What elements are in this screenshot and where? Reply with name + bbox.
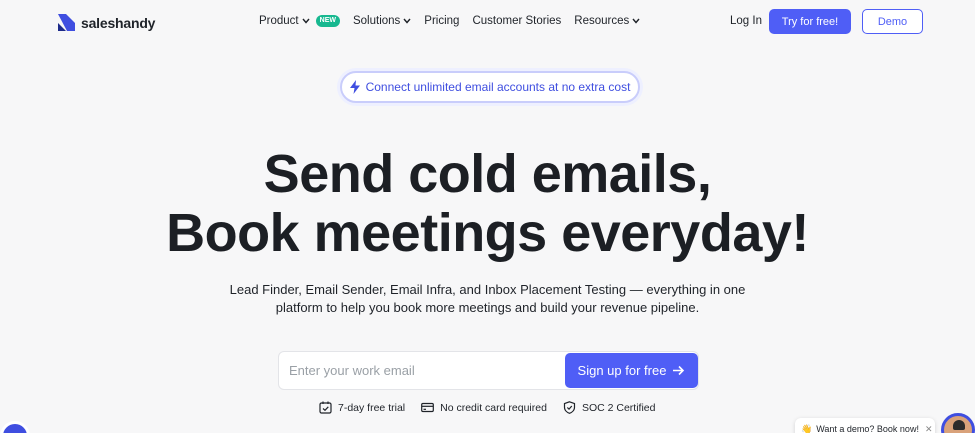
menu-item-label: Customer Stories: [472, 15, 562, 27]
hero-title-line-1: Send cold emails,: [263, 144, 712, 204]
brand-name: saleshandy: [81, 14, 156, 31]
menu-item-solutions[interactable]: Solutions: [353, 15, 411, 27]
saleshandy-logo-icon: [58, 14, 75, 31]
demo-bubble-text: Want a demo? Book now!: [816, 424, 919, 433]
menu-item-label: Product: [259, 15, 299, 27]
feature-label: 7-day free trial: [338, 401, 406, 414]
wave-icon: 👋: [801, 423, 813, 433]
main-menu: Product NEW Solutions Pricing Customer S…: [259, 15, 653, 27]
menu-item-label: Resources: [574, 15, 630, 27]
sign-up-button[interactable]: Sign up for free: [565, 353, 698, 388]
feature-soc2: SOC 2 Certified: [563, 401, 656, 414]
chevron-down-icon: [632, 18, 640, 24]
chevron-down-icon: [302, 18, 310, 24]
hero-subtitle-line-2: platform to help you book more meetings …: [275, 300, 700, 315]
logo[interactable]: saleshandy: [58, 14, 155, 31]
hero-title-line-2: Book meetings everyday!: [166, 203, 809, 263]
menu-item-label: Pricing: [424, 15, 460, 27]
chat-launcher-button[interactable]: [0, 421, 30, 433]
hero-subtitle-line-1: Lead Finder, Email Sender, Email Infra, …: [229, 282, 746, 297]
feature-free-trial: 7-day free trial: [319, 401, 405, 414]
menu-item-customer-stories[interactable]: Customer Stories: [472, 15, 561, 27]
menu-item-label: Solutions: [352, 15, 401, 27]
login-link[interactable]: Log In: [730, 15, 762, 27]
close-icon[interactable]: ✕: [925, 424, 933, 433]
new-badge: NEW: [315, 15, 340, 27]
demo-button[interactable]: Demo: [862, 9, 923, 34]
work-email-input[interactable]: [279, 352, 565, 389]
announcement-text: Connect unlimited email accounts at no e…: [365, 80, 631, 94]
arrow-right-icon: [673, 365, 685, 376]
feature-label: No credit card required: [440, 401, 547, 414]
menu-item-resources[interactable]: Resources: [574, 15, 640, 27]
announcement-pill[interactable]: Connect unlimited email accounts at no e…: [340, 71, 640, 103]
signup-form: Sign up for free: [278, 351, 699, 390]
bolt-icon: [349, 80, 360, 94]
agent-avatar[interactable]: [941, 413, 975, 433]
feature-no-credit-card: No credit card required: [421, 401, 547, 414]
chevron-down-icon: [403, 18, 411, 24]
demo-chat-bubble[interactable]: 👋 Want a demo? Book now! ✕: [795, 418, 935, 433]
sign-up-label: Sign up for free: [577, 363, 667, 378]
try-for-free-button[interactable]: Try for free!: [769, 9, 851, 34]
menu-item-pricing[interactable]: Pricing: [424, 15, 459, 27]
calendar-check-icon: [319, 401, 332, 414]
shield-check-icon: [563, 401, 576, 414]
top-navigation: saleshandy Product NEW Solutions Pricing…: [0, 0, 975, 46]
credit-card-icon: [421, 402, 435, 413]
feature-list: 7-day free trial No credit card required…: [319, 401, 671, 414]
menu-item-product[interactable]: Product NEW: [259, 15, 340, 27]
feature-label: SOC 2 Certified: [581, 401, 656, 414]
